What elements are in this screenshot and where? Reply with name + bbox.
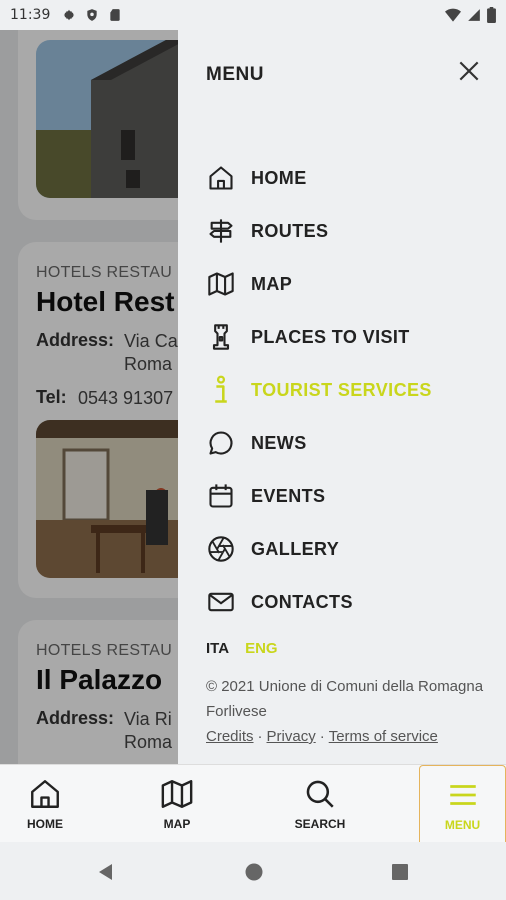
tab-search[interactable]: SEARCH — [275, 765, 365, 843]
wifi-icon — [445, 8, 461, 22]
menu-item-label: PLACES TO VISIT — [251, 326, 410, 347]
copyright-text: © 2021 Unione di Comuni della Romagna Fo… — [206, 678, 484, 720]
close-icon[interactable] — [456, 58, 482, 84]
menu-item-tourist-services[interactable]: TOURIST SERVICES — [206, 370, 486, 410]
menu-item-label: EVENTS — [251, 485, 326, 506]
menu-item-places-to-visit[interactable]: PLACES TO VISIT — [206, 317, 486, 357]
tab-label: MENU — [444, 817, 481, 832]
tab-label: HOME — [27, 817, 63, 831]
system-navigation-bar — [0, 842, 506, 900]
drawer-scrim[interactable] — [0, 30, 178, 764]
drawer-title: MENU — [206, 64, 264, 85]
menu-item-label: CONTACTS — [251, 591, 353, 612]
map-icon — [206, 269, 236, 299]
tab-label: MAP — [163, 817, 191, 831]
menu-item-routes[interactable]: ROUTES — [206, 211, 486, 251]
link-separator: · — [257, 728, 263, 745]
status-time: 11:39 — [10, 7, 51, 23]
settings-gear-icon — [64, 9, 75, 21]
menu-item-label: GALLERY — [251, 538, 340, 559]
home-icon — [31, 780, 59, 808]
menu-item-label: HOME — [251, 167, 307, 188]
envelope-icon — [206, 587, 236, 617]
tab-map[interactable]: MAP — [132, 765, 222, 843]
signpost-icon — [206, 216, 236, 246]
aperture-icon — [206, 534, 236, 564]
tower-icon — [206, 322, 236, 352]
privacy-link[interactable]: Privacy — [267, 724, 316, 749]
language-switcher: ITA ENG — [206, 640, 278, 657]
menu-item-label: NEWS — [251, 432, 307, 453]
home-icon — [206, 163, 236, 193]
link-separator: · — [319, 728, 325, 745]
menu-item-news[interactable]: NEWS — [206, 423, 486, 463]
hamburger-menu-icon — [449, 784, 476, 805]
bottom-tab-bar: HOME MAP SEARCH MENU — [0, 764, 506, 843]
battery-icon — [487, 7, 496, 23]
status-bar: 11:39 — [0, 0, 506, 30]
menu-item-label: TOURIST SERVICES — [251, 379, 432, 400]
terms-of-service-link[interactable]: Terms of service — [329, 724, 438, 749]
menu-item-label: ROUTES — [251, 220, 329, 241]
shield-icon — [87, 9, 98, 21]
menu-item-gallery[interactable]: GALLERY — [206, 529, 486, 569]
tab-home[interactable]: HOME — [0, 765, 90, 843]
tab-label: SEARCH — [294, 817, 346, 831]
sd-card-icon — [110, 9, 121, 21]
cell-signal-icon — [468, 9, 480, 21]
chat-bubble-icon — [206, 428, 236, 458]
back-icon[interactable] — [96, 862, 116, 882]
recents-square-icon[interactable] — [390, 862, 410, 882]
menu-item-home[interactable]: HOME — [206, 158, 486, 198]
tab-menu[interactable]: MENU — [419, 765, 506, 843]
drawer-footer: © 2021 Unione di Comuni della Romagna Fo… — [206, 674, 496, 749]
credits-link[interactable]: Credits — [206, 724, 254, 749]
calendar-icon — [206, 481, 236, 511]
menu-item-map[interactable]: MAP — [206, 264, 486, 304]
navigation-drawer: MENU HOME ROUTES MAP PLACES TO VISIT TOU… — [178, 30, 506, 764]
menu-item-label: MAP — [251, 273, 293, 294]
map-icon — [161, 780, 193, 808]
language-eng[interactable]: ENG — [245, 640, 278, 657]
language-ita[interactable]: ITA — [206, 640, 229, 657]
search-icon — [306, 780, 334, 808]
info-icon — [206, 375, 236, 405]
menu-item-contacts[interactable]: CONTACTS — [206, 582, 486, 622]
menu-item-events[interactable]: EVENTS — [206, 476, 486, 516]
home-circle-icon[interactable] — [244, 862, 264, 882]
